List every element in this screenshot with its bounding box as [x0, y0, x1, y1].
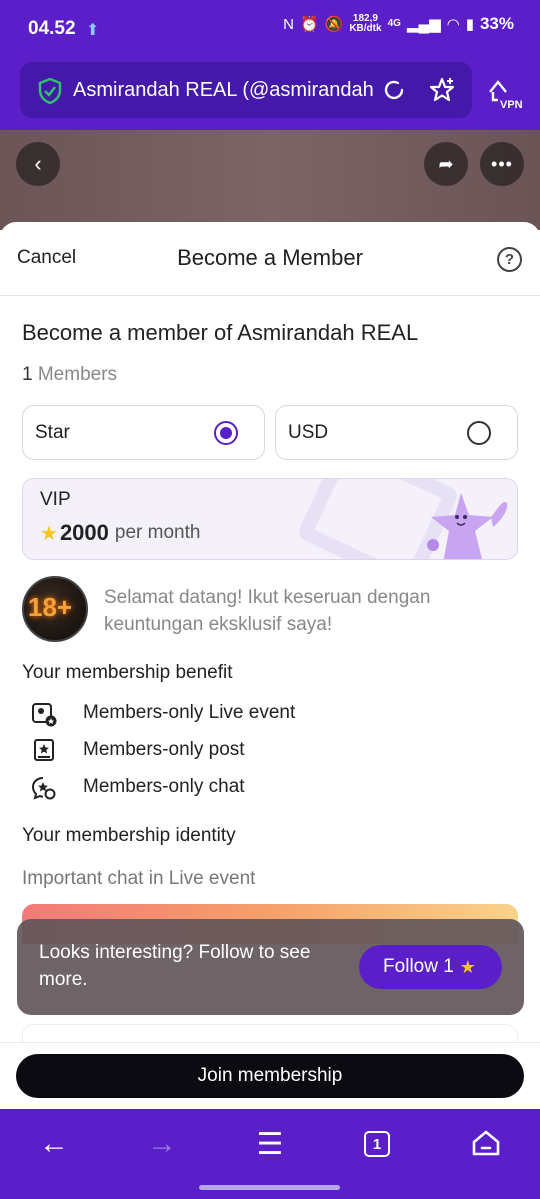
- follow-label: Follow 1: [383, 956, 454, 977]
- tier-name: VIP: [40, 489, 71, 510]
- member-count: 1 Members: [22, 364, 117, 386]
- network-type: 4G: [387, 18, 401, 29]
- nav-forward-button[interactable]: →: [142, 1127, 182, 1161]
- chat-icon: [31, 777, 56, 800]
- status-bar: 04.52 ⬆ N ⏰ 🔕 182,9 KB/dtk 4G ▂▄▆ ◠ ▮ 33…: [0, 0, 540, 60]
- creator-avatar[interactable]: 18+: [22, 576, 88, 642]
- currency-label: USD: [288, 422, 329, 443]
- benefit-label: Members-only post: [83, 739, 245, 760]
- more-dots-icon: •••: [491, 153, 513, 174]
- identity-subtitle: Important chat in Live event: [22, 868, 256, 889]
- url-text[interactable]: Asmirandah REAL (@asmirandah: [73, 79, 373, 102]
- vpn-icon[interactable]: VPN: [484, 74, 523, 112]
- shield-icon: [38, 78, 62, 104]
- tier-price-period: per month: [114, 522, 201, 543]
- menu-button[interactable]: ☰: [250, 1127, 290, 1161]
- radio-unselected[interactable]: [467, 421, 491, 445]
- currency-label: Star: [35, 422, 70, 443]
- battery-level: 33%: [479, 14, 514, 33]
- url-bar[interactable]: Asmirandah REAL (@asmirandah: [20, 62, 472, 118]
- avatar-text: 18+: [28, 592, 73, 622]
- arrow-left-icon: ←: [39, 1127, 69, 1160]
- vpn-label: VPN: [500, 99, 522, 111]
- identity-title: Your membership identity: [22, 825, 236, 846]
- net-speed-unit: KB/dtk: [349, 23, 382, 34]
- join-area: Join membership: [0, 1042, 540, 1109]
- follow-toast: Looks interesting? Follow to see more. F…: [17, 919, 524, 1015]
- share-button[interactable]: ➦: [424, 142, 468, 186]
- welcome-message: Selamat datang! Ikut keseruan dengan keu…: [104, 587, 431, 635]
- follow-button[interactable]: Follow 1 ★: [359, 945, 502, 989]
- tier-price-value: 2000: [59, 520, 109, 545]
- tier-card-vip[interactable]: VIP ★ 2000 per month: [22, 478, 518, 560]
- browser-bottom-nav: ← → ☰ 1: [0, 1109, 540, 1199]
- menu-icon: ☰: [256, 1127, 284, 1161]
- radio-selected[interactable]: [214, 421, 238, 445]
- benefit-label: Members-only chat: [83, 776, 245, 797]
- member-count-label: Members: [37, 364, 118, 385]
- bookmark-star-icon[interactable]: [428, 76, 456, 104]
- tab-count: 1: [364, 1131, 390, 1157]
- status-time: 04.52: [28, 18, 76, 39]
- more-button[interactable]: •••: [480, 142, 524, 186]
- upload-icon: ⬆: [86, 22, 100, 39]
- arrow-right-icon: →: [147, 1127, 177, 1160]
- status-icons: N ⏰ 🔕 182,9 KB/dtk 4G ▂▄▆ ◠ ▮ 33%: [283, 14, 514, 34]
- nav-back-button[interactable]: ←: [34, 1127, 74, 1161]
- star-coin-icon: ★: [40, 522, 58, 545]
- post-icon: [34, 739, 54, 761]
- benefit-live-event: Members-only Live event: [31, 700, 295, 728]
- nfc-icon: N: [283, 15, 294, 33]
- benefit-title: Your membership benefit: [22, 662, 233, 683]
- benefit-label: Members-only Live event: [83, 702, 296, 723]
- browser-toolbar: Asmirandah REAL (@asmirandah VPN: [0, 60, 540, 130]
- back-button[interactable]: ‹: [16, 142, 60, 186]
- sheet-header: Cancel Become a Member ?: [0, 222, 540, 296]
- join-membership-button[interactable]: Join membership: [16, 1054, 524, 1098]
- profile-background: ‹ ➦ •••: [0, 130, 540, 230]
- star-coin-icon: ★: [459, 956, 476, 977]
- tier-price: ★ 2000 per month: [40, 520, 200, 546]
- toast-message: Looks interesting? Follow to see more.: [39, 942, 311, 990]
- home-icon: [472, 1130, 500, 1156]
- alarm-icon: ⏰: [299, 16, 319, 33]
- home-button[interactable]: [466, 1127, 506, 1161]
- currency-option-usd[interactable]: USD: [275, 405, 518, 460]
- sheet-title: Become a Member: [177, 245, 363, 270]
- wifi-icon: ◠: [446, 16, 460, 33]
- benefit-chat: Members-only chat: [31, 774, 245, 802]
- reload-icon[interactable]: [382, 78, 406, 102]
- net-speed: 182,9 KB/dtk: [349, 14, 381, 34]
- signal-icon: ▂▄▆: [406, 16, 441, 33]
- chevron-left-icon: ‹: [34, 151, 42, 176]
- live-event-icon: [32, 703, 57, 727]
- home-indicator[interactable]: [199, 1185, 340, 1190]
- battery-icon: ▮: [465, 16, 474, 33]
- help-icon[interactable]: ?: [497, 247, 522, 272]
- member-count-value: 1: [22, 364, 33, 385]
- benefit-post: Members-only post: [31, 737, 245, 765]
- mute-icon: 🔕: [324, 16, 344, 33]
- member-heading: Become a member of Asmirandah REAL: [22, 320, 419, 345]
- tabs-button[interactable]: 1: [357, 1127, 397, 1161]
- currency-option-star[interactable]: Star: [22, 405, 265, 460]
- star-mascot-icon: [427, 493, 508, 559]
- share-icon: ➦: [438, 153, 454, 174]
